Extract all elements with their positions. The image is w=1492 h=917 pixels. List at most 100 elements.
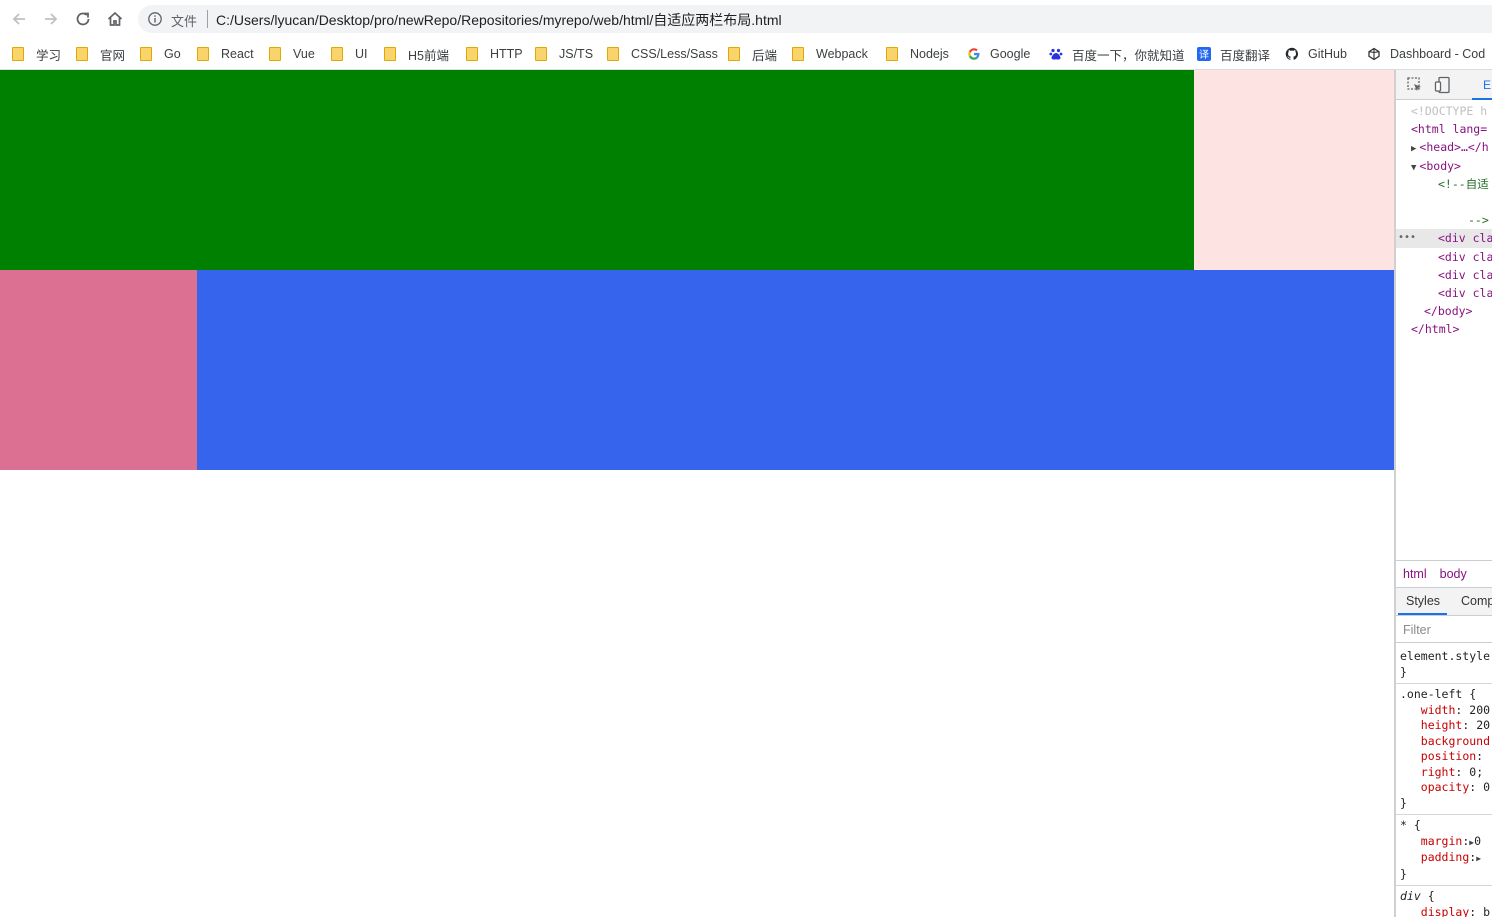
bookmark-folder-css[interactable]: CSS/Less/Sass xyxy=(607,44,718,64)
breadcrumb-html[interactable]: html xyxy=(1403,567,1427,581)
tab-elements[interactable]: E xyxy=(1472,70,1492,100)
bookmark-folder-nodejs[interactable]: Nodejs xyxy=(886,44,949,64)
dom-line[interactable]: <div cla xyxy=(1396,248,1492,266)
dom-line[interactable]: ▶ <head>…</h xyxy=(1396,138,1492,156)
styles-filter-input[interactable]: Filter xyxy=(1396,617,1492,643)
dom-line[interactable]: <!--自适 xyxy=(1396,175,1492,193)
address-bar[interactable]: 文件 C:/Users/lyucan/Desktop/pro/newRepo/R… xyxy=(138,5,1492,33)
folder-icon xyxy=(792,47,804,61)
bookmark-label: 百度一下，你就知道 xyxy=(1072,48,1185,63)
bookmark-label: 后端 xyxy=(752,48,778,63)
dom-line-selected[interactable]: ••• <div cla xyxy=(1396,229,1492,248)
scheme-label: 文件 xyxy=(171,14,198,29)
css-prop[interactable]: background xyxy=(1421,734,1490,748)
dom-line[interactable]: </body> xyxy=(1396,302,1492,320)
collapse-triangle-icon[interactable]: ▼ xyxy=(1411,163,1416,173)
bookmark-github[interactable]: GitHub xyxy=(1285,44,1347,64)
row-one-right-block xyxy=(0,70,1194,270)
bookmark-baidu-translate[interactable]: 译 百度翻译 xyxy=(1197,44,1270,64)
bookmark-folder-http[interactable]: HTTP xyxy=(466,44,523,64)
bookmark-label: UI xyxy=(355,47,368,61)
forward-button[interactable] xyxy=(38,6,64,32)
tab-styles[interactable]: Styles xyxy=(1398,594,1448,615)
bookmark-folder-official[interactable]: 官网 xyxy=(76,44,125,64)
expand-triangle-icon[interactable]: ▶ xyxy=(1476,854,1481,863)
bookmark-label: GitHub xyxy=(1308,47,1347,61)
css-value[interactable]: 0 xyxy=(1483,780,1490,794)
rule-one-left: .one-left { width: 200 height: 20 backgr… xyxy=(1396,684,1492,815)
bookmark-folder-jsts[interactable]: JS/TS xyxy=(535,44,593,64)
css-prop[interactable]: right xyxy=(1421,765,1456,779)
css-prop[interactable]: width xyxy=(1421,703,1456,717)
styles-tabbar: Styles Comp xyxy=(1396,588,1492,616)
row-one-left-block xyxy=(1194,70,1394,270)
css-prop[interactable]: padding xyxy=(1421,850,1469,864)
css-value[interactable]: 0; xyxy=(1469,765,1483,779)
inspect-element-icon[interactable] xyxy=(1406,76,1424,94)
expand-triangle-icon[interactable]: ▶ xyxy=(1411,144,1416,154)
css-value[interactable]: 200 xyxy=(1469,703,1490,717)
breadcrumb: html body xyxy=(1396,560,1492,588)
folder-icon xyxy=(331,47,343,61)
bookmark-codepen-dashboard[interactable]: Dashboard - Cod xyxy=(1367,44,1485,64)
more-dots-icon[interactable]: ••• xyxy=(1398,229,1416,247)
css-value[interactable]: 0 xyxy=(1474,834,1481,848)
codepen-icon xyxy=(1367,47,1381,61)
reload-button[interactable] xyxy=(70,6,96,32)
bookmark-label: JS/TS xyxy=(559,47,594,61)
bookmark-label: HTTP xyxy=(490,47,523,61)
css-value[interactable]: b xyxy=(1483,905,1490,917)
bookmarks-bar: 学习 官网 Go React Vue UI H5前端 HTTP JS/TS CS… xyxy=(0,38,1492,70)
dom-line[interactable]: <!DOCTYPE h xyxy=(1396,102,1492,120)
bookmark-label: 百度翻译 xyxy=(1220,48,1271,63)
bookmark-folder-study[interactable]: 学习 xyxy=(12,44,61,64)
bookmark-folder-ui[interactable]: UI xyxy=(331,44,368,64)
dom-tree: <!DOCTYPE h <html lang= ▶ <head>…</h ▼ <bo… xyxy=(1396,102,1492,338)
folder-icon xyxy=(886,47,898,61)
dom-line[interactable]: --> xyxy=(1396,211,1492,229)
css-prop[interactable]: display xyxy=(1421,905,1469,917)
bookmark-label: Dashboard - Cod xyxy=(1390,47,1486,61)
devtools-panel: E <!DOCTYPE h <html lang= ▶ <head>…</h ▼ <… xyxy=(1394,70,1492,917)
back-button[interactable] xyxy=(6,6,32,32)
css-prop[interactable]: opacity xyxy=(1421,780,1469,794)
breadcrumb-body[interactable]: body xyxy=(1440,567,1467,581)
dom-line[interactable]: <html lang= xyxy=(1396,120,1492,138)
css-prop[interactable]: height xyxy=(1421,718,1463,732)
devtools-toolbar: E xyxy=(1396,70,1492,100)
google-icon xyxy=(967,47,981,61)
tab-computed[interactable]: Comp xyxy=(1461,594,1492,608)
dom-line[interactable]: <div cla xyxy=(1396,266,1492,284)
bookmark-folder-h5[interactable]: H5前端 xyxy=(384,44,449,64)
home-button[interactable] xyxy=(102,6,128,32)
rule-selector: element.style xyxy=(1400,649,1491,663)
dom-line[interactable]: </html> xyxy=(1396,320,1492,338)
bookmark-label: Webpack xyxy=(816,47,868,61)
bookmark-folder-backend[interactable]: 后端 xyxy=(728,44,777,64)
bookmark-folder-go[interactable]: Go xyxy=(140,44,181,64)
home-icon xyxy=(107,11,123,26)
folder-icon xyxy=(12,47,24,61)
bookmark-folder-webpack[interactable]: Webpack xyxy=(792,44,868,64)
folder-icon xyxy=(269,47,281,61)
info-icon[interactable] xyxy=(147,11,163,27)
bookmark-label: Google xyxy=(990,47,1031,61)
bookmark-folder-vue[interactable]: Vue xyxy=(269,44,315,64)
rule-universal: * { margin:▶0 padding:▶ } xyxy=(1396,815,1492,886)
css-prop[interactable]: position xyxy=(1421,749,1476,763)
url-text[interactable]: C:/Users/lyucan/Desktop/pro/newRepo/Repo… xyxy=(216,10,782,30)
folder-icon xyxy=(466,47,478,61)
rule-selector: div xyxy=(1400,889,1421,903)
github-icon xyxy=(1285,47,1299,61)
bookmark-google[interactable]: Google xyxy=(967,44,1030,64)
css-value[interactable]: 20 xyxy=(1476,718,1490,732)
css-prop[interactable]: margin xyxy=(1421,834,1463,848)
rule-div: div { display: b xyxy=(1400,889,1491,917)
bookmark-folder-react[interactable]: React xyxy=(197,44,254,64)
bookmark-baidu[interactable]: 百度一下，你就知道 xyxy=(1049,44,1185,64)
dom-line[interactable]: ▼ <body> xyxy=(1396,157,1492,175)
omnibox-divider xyxy=(207,10,208,28)
dom-line[interactable]: <div cla xyxy=(1396,284,1492,302)
device-toolbar-icon[interactable] xyxy=(1434,76,1452,94)
forward-arrow-icon xyxy=(45,13,58,25)
